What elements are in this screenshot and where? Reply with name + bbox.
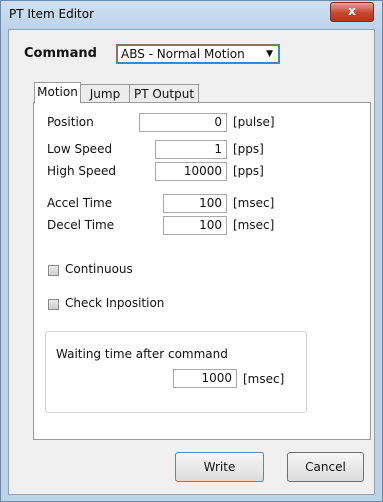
check-inposition-label[interactable]: Check Inposition xyxy=(65,296,164,310)
close-button[interactable]: x xyxy=(330,2,374,22)
position-label: Position xyxy=(47,115,94,129)
tab-motion[interactable]: Motion xyxy=(34,82,81,103)
cancel-button[interactable]: Cancel xyxy=(287,452,364,482)
accel-time-label: Accel Time xyxy=(47,196,113,210)
low-speed-unit: [pps] xyxy=(233,142,264,156)
decel-time-label: Decel Time xyxy=(47,218,115,232)
waiting-time-input[interactable]: 1000 xyxy=(173,369,237,388)
high-speed-input[interactable]: 10000 xyxy=(155,162,227,181)
title-bar[interactable]: PT Item Editor x xyxy=(1,1,382,29)
command-selected-value: ABS - Normal Motion xyxy=(121,47,245,61)
tab-pt-output[interactable]: PT Output xyxy=(129,84,199,102)
continuous-label[interactable]: Continuous xyxy=(65,262,133,276)
accel-time-input[interactable]: 100 xyxy=(163,194,227,213)
waiting-time-label: Waiting time after command xyxy=(56,347,228,361)
low-speed-label: Low Speed xyxy=(47,142,113,156)
command-select[interactable]: ABS - Normal Motion ▼ xyxy=(116,44,280,64)
waiting-time-unit: [msec] xyxy=(243,372,285,386)
position-input[interactable]: 0 xyxy=(139,113,227,132)
decel-time-input[interactable]: 100 xyxy=(163,216,227,235)
tab-jump[interactable]: Jump xyxy=(80,84,130,102)
command-label: Command xyxy=(24,46,97,61)
position-unit: [pulse] xyxy=(233,115,275,129)
check-inposition-checkbox[interactable] xyxy=(48,299,59,310)
write-button[interactable]: Write xyxy=(175,452,264,482)
chevron-down-icon: ▼ xyxy=(266,49,273,59)
high-speed-unit: [pps] xyxy=(233,164,264,178)
window-title: PT Item Editor xyxy=(9,7,95,21)
low-speed-input[interactable]: 1 xyxy=(155,140,227,159)
decel-time-unit: [msec] xyxy=(233,218,275,232)
close-icon: x xyxy=(348,4,356,18)
high-speed-label: High Speed xyxy=(47,164,117,178)
continuous-checkbox[interactable] xyxy=(48,265,59,276)
accel-time-unit: [msec] xyxy=(233,196,275,210)
